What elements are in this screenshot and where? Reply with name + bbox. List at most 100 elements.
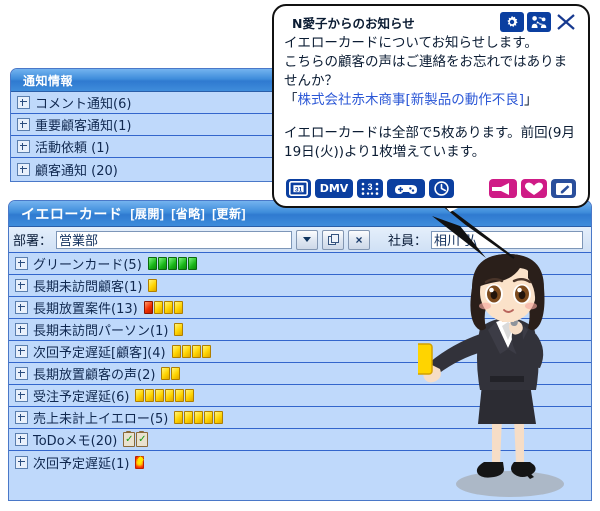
expand-plus-icon[interactable]	[15, 367, 28, 380]
expand-plus-icon[interactable]	[15, 455, 28, 469]
badge-group	[148, 279, 158, 292]
list-item-label: 長期未訪問パーソン(1)	[33, 324, 169, 339]
bubble-line-6: 19日(火))より1枚増えています。	[284, 144, 486, 160]
list-item-label: 売上未計上イエロー(5)	[33, 412, 169, 427]
list-item-label: 次回予定遅延[顧客](4)	[33, 346, 166, 361]
collapse-all-link[interactable]: [省略]	[171, 207, 205, 221]
gamepad-icon[interactable]	[387, 179, 425, 198]
expand-all-link[interactable]: [展開]	[130, 207, 164, 221]
list-item[interactable]: 重要顧客通知(1)	[11, 114, 283, 136]
expand-plus-icon[interactable]	[15, 345, 28, 358]
bubble-button-group	[500, 12, 578, 32]
expand-plus-icon[interactable]	[15, 411, 28, 424]
yellow-card-icon	[155, 389, 165, 402]
header-link-group: [展開] [省略] [更新]	[130, 205, 249, 222]
bubble-titlebar: N愛子からのお知らせ	[284, 12, 578, 32]
refresh-link[interactable]: [更新]	[212, 207, 246, 221]
bubble-line-1: イエローカードについてお知らせします。	[284, 35, 538, 51]
page-title: イエローカード	[21, 205, 123, 222]
chibi-referee-avatar	[409, 248, 594, 500]
expand-plus-icon[interactable]	[15, 279, 28, 292]
yellow-card-icon	[135, 389, 145, 402]
yellow-card-icon	[171, 345, 181, 358]
expand-plus-icon[interactable]	[15, 301, 28, 314]
expand-plus-icon[interactable]	[15, 257, 28, 270]
bubble-line-5: イエローカードは全部で5枚あります。前回(9月	[284, 125, 575, 141]
dept-clear-button[interactable]: ×	[348, 229, 371, 250]
yellow-card-icon	[165, 389, 175, 402]
dept-input[interactable]: 営業部	[56, 230, 293, 249]
calendar-icon[interactable]: 31	[286, 179, 311, 198]
svg-text:31: 31	[295, 187, 303, 194]
notification-panel-title: 通知情報	[23, 73, 74, 88]
yellow-card-icon	[145, 389, 155, 402]
bubble-title: N愛子からのお知らせ	[292, 15, 415, 31]
dice-icon[interactable]: 3	[357, 179, 383, 198]
list-item[interactable]: コメント通知(6)	[11, 92, 283, 114]
yellow-card-icon	[171, 367, 181, 380]
list-item[interactable]: 活動依頼 (1)	[11, 136, 283, 158]
yellow-card-icon	[184, 411, 194, 424]
yellow-card-icon	[185, 389, 195, 402]
yellow-card-icon	[181, 345, 191, 358]
list-item-label: 長期放置顧客の声(2)	[33, 368, 156, 383]
dept-copy-button[interactable]	[322, 229, 345, 250]
screen: 通知情報 コメント通知(6) 重要顧客通知(1) 活動依頼 (1) 顧客通知 (20)…	[0, 0, 600, 511]
yellow-card-icon	[174, 323, 184, 336]
yellow-card-icon	[191, 345, 201, 358]
heart-icon[interactable]	[521, 179, 547, 198]
notification-panel-header: 通知情報	[11, 69, 283, 92]
dept-label: 部署：	[13, 234, 53, 249]
bubble-line-3: せんか？	[284, 73, 338, 89]
notification-speech-bubble: N愛子からのお知らせ イエローカードについてお知らせします。 こちらの顧客の声は…	[272, 4, 590, 208]
clock-icon[interactable]	[429, 179, 454, 198]
yellow-card-icon	[204, 411, 214, 424]
list-item-label: 顧客通知 (20)	[35, 163, 118, 179]
dmv-icon[interactable]: DMV	[315, 179, 353, 198]
list-item-label: ToDoメモ(20)	[33, 434, 118, 449]
list-item-label: コメント通知(6)	[35, 97, 132, 112]
yellow-card-icon	[201, 345, 211, 358]
bubble-line-4: 「株式会社赤木商事[新製品の動作不良]」	[284, 91, 578, 110]
badge-group	[135, 454, 145, 469]
yellow-card-icon	[173, 301, 183, 314]
expand-plus-icon[interactable]	[17, 118, 30, 131]
badge-group	[143, 301, 183, 314]
badge-group	[135, 389, 195, 402]
megaphone-icon[interactable]	[489, 179, 517, 198]
employee-label: 社員：	[388, 234, 428, 249]
green-card-icon	[167, 257, 177, 270]
expand-plus-icon[interactable]	[15, 389, 28, 402]
yellow-card-icon	[163, 301, 173, 314]
close-icon: ×	[355, 232, 363, 247]
dept-dropdown-button[interactable]	[296, 229, 319, 250]
badge-group	[147, 257, 197, 270]
notification-panel: 通知情報 コメント通知(6) 重要顧客通知(1) 活動依頼 (1) 顧客通知 (20)	[10, 68, 284, 182]
edit-icon[interactable]	[551, 179, 576, 198]
close-icon[interactable]	[554, 12, 578, 32]
list-item-label: 長期放置案件(13)	[33, 302, 138, 317]
bubble-action-bar-right	[489, 179, 576, 198]
customer-voice-link[interactable]: 株式会社赤木商事[新製品の動作不良]	[298, 92, 525, 108]
switch-user-icon[interactable]	[527, 12, 551, 32]
yellow-card-icon	[161, 367, 171, 380]
list-item-label: グリーンカード(5)	[33, 258, 142, 273]
expand-plus-icon[interactable]	[15, 323, 28, 336]
green-card-icon	[147, 257, 157, 270]
bubble-message-body: イエローカードについてお知らせします。 こちらの顧客の声はご連絡をお忘れではあり…	[284, 32, 578, 162]
list-item-label: 長期未訪問顧客(1)	[33, 280, 143, 295]
expand-plus-icon[interactable]	[17, 140, 30, 153]
expand-plus-icon[interactable]	[17, 96, 30, 109]
list-item[interactable]: 顧客通知 (20)	[11, 158, 283, 180]
expand-plus-icon[interactable]	[17, 162, 30, 176]
expand-plus-icon[interactable]	[15, 433, 28, 446]
bubble-action-bar: 31 DMV 3	[286, 179, 576, 198]
chevron-down-icon	[303, 237, 312, 242]
settings-icon[interactable]	[500, 12, 524, 32]
todo-clipboard-icon	[136, 431, 149, 447]
bubble-tail-pointer	[430, 214, 510, 279]
badge-group	[161, 367, 181, 380]
yellow-card-icon	[175, 389, 185, 402]
yellow-card-icon	[153, 301, 163, 314]
badge-group	[123, 431, 149, 447]
